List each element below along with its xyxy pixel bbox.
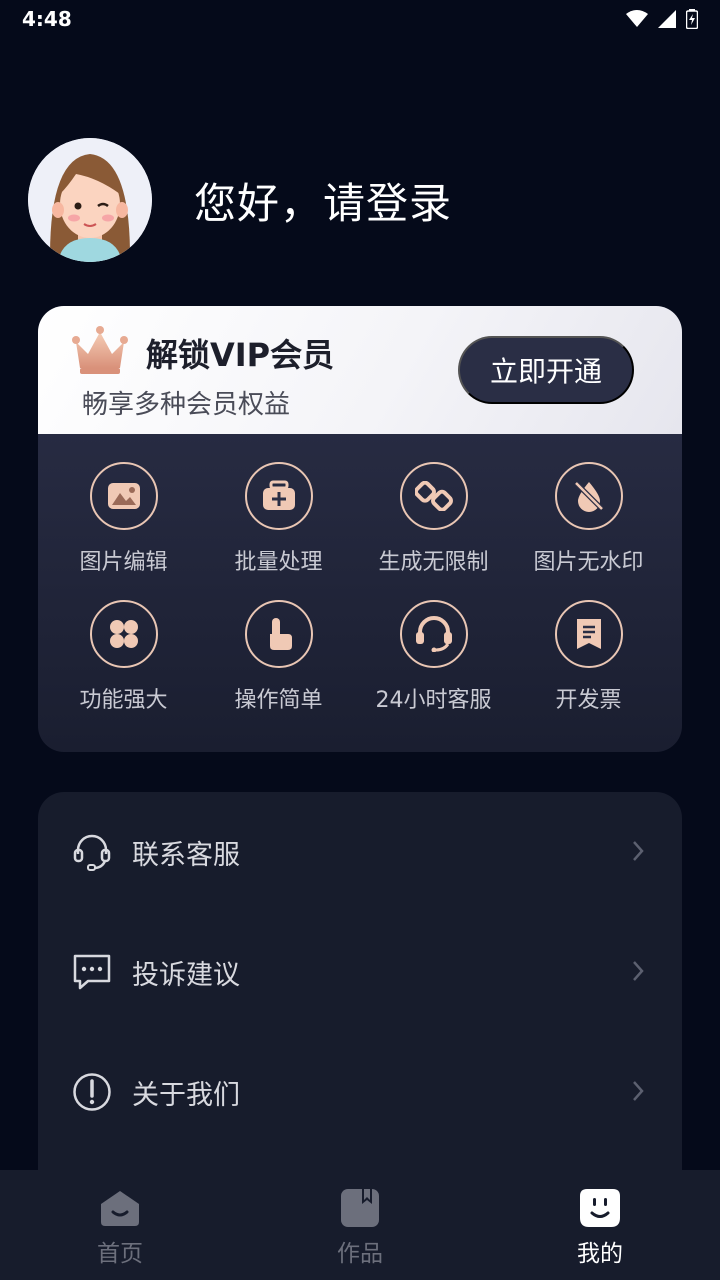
chevron-right-icon: [633, 961, 644, 981]
menu-label: 投诉建议: [132, 959, 240, 991]
benefit-unlimited: 生成无限制: [356, 462, 511, 576]
benefit-label: 开发票: [555, 688, 622, 713]
chevron-right-icon: [633, 841, 644, 861]
signal-icon: [658, 10, 676, 28]
nav-label: 作品: [337, 1241, 383, 1267]
benefit-label: 24小时客服: [375, 688, 492, 713]
menu-item-feedback[interactable]: 投诉建议: [38, 932, 682, 1012]
message-icon: [70, 950, 114, 994]
crown-icon: [70, 324, 130, 380]
nav-works[interactable]: 作品: [240, 1170, 480, 1280]
benefit-label: 图片无水印: [533, 550, 644, 575]
home-icon: [101, 1191, 139, 1226]
bottom-nav: 首页 作品 我的: [0, 1170, 720, 1280]
invoice-icon: [554, 600, 623, 668]
menu-label: 关于我们: [132, 1079, 240, 1111]
benefit-support: 24小时客服: [356, 600, 511, 714]
battery-icon: [686, 9, 698, 29]
wifi-icon: [626, 10, 648, 27]
benefit-label: 生成无限制: [378, 550, 489, 575]
menu-item-about-us[interactable]: 关于我们: [38, 1052, 682, 1132]
vip-card: 解锁VIP会员 畅享多种会员权益 立即开通 图片编辑 批量处理 生成无限制 图片…: [38, 306, 682, 752]
grid-icon: [89, 600, 158, 668]
headset-icon: [70, 830, 114, 874]
chevron-right-icon: [633, 1081, 644, 1101]
batch-icon: [244, 462, 313, 530]
benefit-label: 操作简单: [234, 688, 323, 713]
benefit-label: 功能强大: [79, 688, 168, 713]
nav-mine[interactable]: 我的: [480, 1170, 720, 1280]
works-icon: [341, 1189, 379, 1227]
login-greeting[interactable]: 您好，请登录: [194, 170, 452, 231]
settings-menu: 联系客服 投诉建议 关于我们: [38, 792, 682, 1212]
headset-icon: [399, 600, 468, 668]
tap-icon: [244, 600, 313, 668]
profile-icon: [580, 1189, 620, 1227]
image-icon: [89, 462, 158, 530]
nav-label: 首页: [97, 1241, 143, 1267]
benefit-powerful: 功能强大: [46, 600, 201, 714]
profile-header[interactable]: 您好，请登录: [28, 138, 452, 262]
vip-banner[interactable]: 解锁VIP会员 畅享多种会员权益 立即开通: [38, 306, 682, 434]
nav-home[interactable]: 首页: [0, 1170, 240, 1280]
benefit-batch: 批量处理: [201, 462, 356, 576]
nav-label: 我的: [577, 1241, 623, 1267]
benefit-label: 图片编辑: [79, 550, 168, 575]
avatar[interactable]: [28, 138, 152, 262]
benefit-no-watermark: 图片无水印: [511, 462, 666, 576]
benefit-image-edit: 图片编辑: [46, 462, 201, 576]
benefit-simple: 操作简单: [201, 600, 356, 714]
vip-benefits: 图片编辑 批量处理 生成无限制 图片无水印 功能强大 操作简单 24小时客服 开…: [38, 434, 682, 714]
status-icons: [626, 9, 698, 29]
vip-title: 解锁VIP会员: [146, 336, 335, 374]
no-watermark-icon: [554, 462, 623, 530]
info-icon: [70, 1070, 114, 1114]
infinity-icon: [399, 462, 468, 530]
benefit-label: 批量处理: [234, 550, 323, 575]
vip-subtitle: 畅享多种会员权益: [82, 390, 291, 420]
status-bar: 4:48: [0, 0, 720, 38]
status-time: 4:48: [22, 7, 72, 31]
benefit-invoice: 开发票: [511, 600, 666, 714]
menu-label: 联系客服: [132, 839, 240, 871]
menu-item-contact-support[interactable]: 联系客服: [38, 812, 682, 892]
open-vip-button[interactable]: 立即开通: [458, 336, 634, 404]
